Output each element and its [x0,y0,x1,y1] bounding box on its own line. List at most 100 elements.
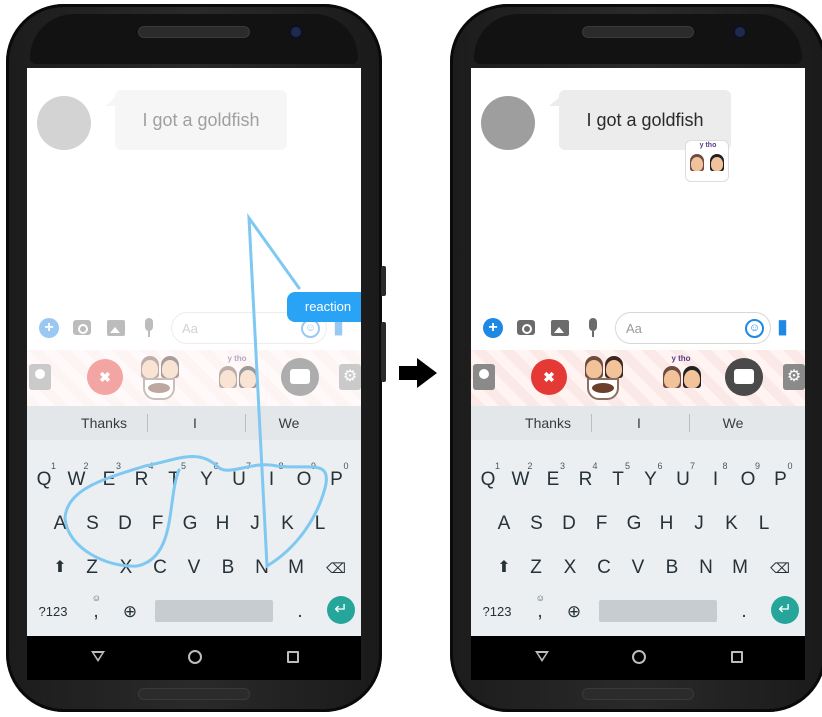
suggestion-item[interactable]: I [607,406,671,440]
key-b[interactable]: B [215,548,241,588]
key-n[interactable]: N [693,548,719,588]
key-u[interactable]: U7 [226,460,252,500]
back-icon[interactable] [91,651,105,662]
recents-icon[interactable] [287,651,299,663]
key-r[interactable]: R4 [573,460,599,500]
key-q[interactable]: Q1 [475,460,501,500]
backspace-icon[interactable]: ⌫ [767,548,793,588]
shift-icon[interactable]: ⬆ [47,548,73,588]
key-o[interactable]: O9 [291,460,317,500]
key-e[interactable]: E3 [540,460,566,500]
angry-face-sticker[interactable]: ✖ [87,359,123,395]
key-m[interactable]: M [727,548,753,588]
key-d[interactable]: D [556,504,582,544]
gear-icon[interactable]: ⚙ [339,364,361,390]
key-z[interactable]: Z [79,548,105,588]
suggestion-item[interactable]: We [257,406,321,440]
key-a[interactable]: A [47,504,73,544]
key-f[interactable]: F [145,504,171,544]
suggestion-item[interactable]: Thanks [511,406,585,440]
key-b[interactable]: B [659,548,685,588]
home-icon[interactable] [632,650,646,664]
key-g[interactable]: G [621,504,647,544]
key-t[interactable]: T5 [605,460,631,500]
contact-avatar[interactable] [481,96,535,150]
key-s[interactable]: S [524,504,550,544]
key-y[interactable]: Y6 [638,460,664,500]
message-input[interactable]: Aa ☺ [615,312,771,344]
key-p[interactable]: P0 [324,460,350,500]
thumbs-up-icon[interactable]: ▮ [777,316,799,338]
camera-icon[interactable] [517,320,535,335]
key-y[interactable]: Y6 [194,460,220,500]
plus-icon[interactable]: + [483,318,503,338]
symbols-key[interactable]: ?123 [35,592,71,632]
key-k[interactable]: K [719,504,745,544]
microphone-icon[interactable] [145,318,153,337]
reaction-sticker[interactable]: y tho [685,140,729,182]
key-x[interactable]: X [557,548,583,588]
key-v[interactable]: V [625,548,651,588]
key-v[interactable]: V [181,548,207,588]
emoji-icon[interactable]: ☺ [745,319,764,338]
key-l[interactable]: L [307,504,333,544]
suggestion-item[interactable]: Thanks [67,406,141,440]
key-i[interactable]: I8 [259,460,285,500]
gallery-icon[interactable] [107,320,125,336]
key-g[interactable]: G [177,504,203,544]
space-bar[interactable] [599,600,717,622]
microphone-icon[interactable] [589,318,597,337]
key-z[interactable]: Z [523,548,549,588]
key-p[interactable]: P0 [768,460,794,500]
plus-icon[interactable]: + [39,318,59,338]
enter-icon[interactable]: ↵ [771,596,799,624]
contact-avatar[interactable] [37,96,91,150]
shift-icon[interactable]: ⬆ [491,548,517,588]
coffee-sticker[interactable] [579,352,627,404]
gear-icon[interactable]: ⚙ [783,364,805,390]
space-bar[interactable] [155,600,273,622]
key-x[interactable]: X [113,548,139,588]
key-h[interactable]: H [654,504,680,544]
gallery-icon[interactable] [551,320,569,336]
key-m[interactable]: M [283,548,309,588]
message-bubble[interactable]: I got a goldfish [115,90,287,150]
key-h[interactable]: H [210,504,236,544]
key-t[interactable]: T5 [161,460,187,500]
coffee-sticker[interactable] [135,352,183,404]
key-k[interactable]: K [275,504,301,544]
key-o[interactable]: O9 [735,460,761,500]
key-r[interactable]: R4 [129,460,155,500]
key-a[interactable]: A [491,504,517,544]
recents-icon[interactable] [731,651,743,663]
y-tho-sticker[interactable]: y tho [657,352,705,404]
globe-icon[interactable]: ⊕ [561,592,587,632]
period-key[interactable]: . [287,592,313,632]
globe-icon[interactable]: ⊕ [117,592,143,632]
key-j[interactable]: J [686,504,712,544]
key-f[interactable]: F [589,504,615,544]
key-q[interactable]: Q1 [31,460,57,500]
home-icon[interactable] [188,650,202,664]
comma-key[interactable]: , ☺ [83,592,109,632]
y-tho-sticker[interactable]: y tho [213,352,261,404]
comma-key[interactable]: , ☺ [527,592,553,632]
symbols-key[interactable]: ?123 [479,592,515,632]
key-n[interactable]: N [249,548,275,588]
bitmoji-profile-icon[interactable] [29,364,51,390]
key-c[interactable]: C [147,548,173,588]
key-e[interactable]: E3 [96,460,122,500]
period-key[interactable]: . [731,592,757,632]
key-w[interactable]: W2 [508,460,534,500]
key-d[interactable]: D [112,504,138,544]
key-l[interactable]: L [751,504,777,544]
backspace-icon[interactable]: ⌫ [323,548,349,588]
bitmoji-profile-icon[interactable] [473,364,495,390]
key-c[interactable]: C [591,548,617,588]
camera-icon[interactable] [73,320,91,335]
key-j[interactable]: J [242,504,268,544]
key-u[interactable]: U7 [670,460,696,500]
suggestion-item[interactable]: I [163,406,227,440]
key-s[interactable]: S [80,504,106,544]
angry-face-sticker[interactable]: ✖ [531,359,567,395]
